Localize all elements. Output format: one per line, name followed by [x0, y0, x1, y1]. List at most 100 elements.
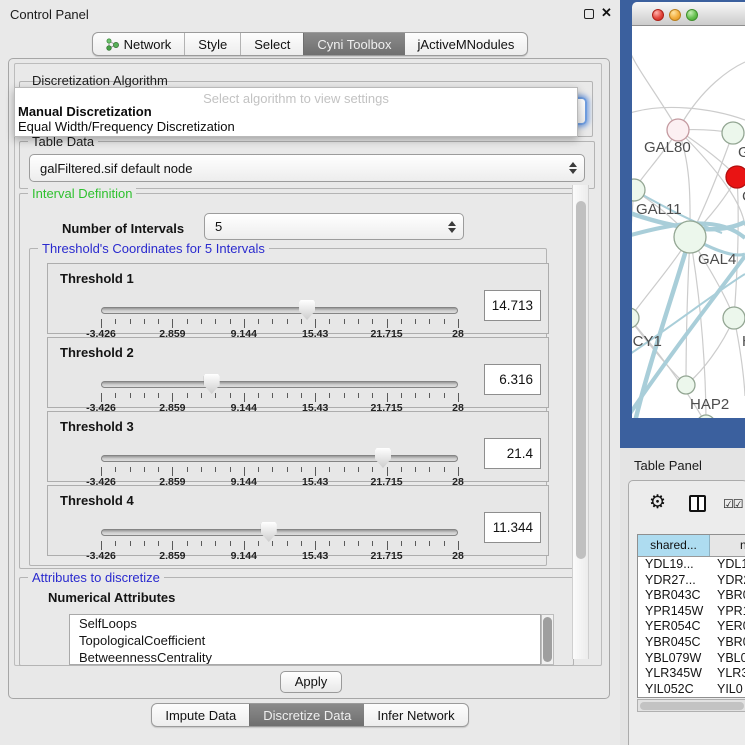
close-traffic-light-icon[interactable]	[652, 9, 664, 21]
tab-discretize-data[interactable]: Discretize Data	[249, 704, 364, 726]
slider-thumb[interactable]	[299, 300, 315, 320]
tab-jactivemnodules[interactable]: jActiveMNodules	[405, 33, 528, 55]
table-row[interactable]: YBR045CYBR0	[638, 635, 745, 651]
tab-impute-data[interactable]: Impute Data	[152, 704, 249, 726]
threshold-1-value-field[interactable]: 14.713	[484, 290, 541, 321]
tab-style[interactable]: Style	[184, 33, 240, 55]
dropdown-option-equal-width-frequency[interactable]: Equal Width/Frequency Discretization	[15, 119, 577, 134]
tick-mark	[115, 393, 116, 398]
apply-button[interactable]: Apply	[280, 671, 342, 693]
tab-network[interactable]: Network	[93, 33, 185, 55]
column-header-name[interactable]: n	[710, 535, 745, 556]
checkboxes-icon[interactable]: ☑☑	[723, 497, 743, 511]
columns-icon[interactable]	[689, 495, 706, 512]
network-node[interactable]	[667, 119, 689, 141]
slider-thumb[interactable]	[204, 374, 220, 394]
float-window-icon[interactable]	[584, 9, 594, 19]
slider-track[interactable]	[101, 455, 458, 462]
threshold-3-slider[interactable]: -3.4262.8599.14415.4321.71528	[48, 412, 548, 481]
network-window-titlebar[interactable]	[632, 2, 745, 26]
table-row[interactable]: YER054CYER0	[638, 619, 745, 635]
table-row[interactable]: YLR345WYLR3	[638, 666, 745, 682]
table-row[interactable]: YBR043CYBR0	[638, 588, 745, 604]
tick-mark	[429, 541, 430, 546]
column-header-shared[interactable]: shared...	[638, 535, 710, 556]
node-attribute-table[interactable]: shared... n YDL19...YDL1YDR27...YDR2YBR0…	[637, 534, 745, 698]
threshold-4-value-field[interactable]: 11.344	[484, 512, 541, 543]
cell-shared-name[interactable]: YPR145W	[638, 604, 710, 620]
numerical-attributes-list[interactable]: SelfLoopsTopologicalCoefficientBetweenne…	[69, 614, 541, 665]
attribute-list-item[interactable]: BetweennessCentrality	[70, 649, 540, 665]
cell-shared-name[interactable]: YBL079W	[638, 651, 710, 667]
network-node[interactable]	[677, 376, 695, 394]
zoom-traffic-light-icon[interactable]	[686, 9, 698, 21]
table-horizontal-scrollbar[interactable]	[637, 699, 745, 712]
table-row[interactable]: YDR27...YDR2	[638, 573, 745, 589]
threshold-1-slider[interactable]: -3.4262.8599.14415.4321.71528	[48, 264, 548, 333]
slider-track[interactable]	[101, 307, 458, 314]
slider-track[interactable]	[101, 381, 458, 388]
tick-mark	[287, 393, 288, 398]
table-row[interactable]: YPR145WYPR1	[638, 604, 745, 620]
tick-mark	[244, 319, 245, 328]
dropdown-option-manual-discretization[interactable]: Manual Discretization	[15, 104, 577, 119]
tick-mark	[301, 393, 302, 398]
threshold-2-value-field[interactable]: 6.316	[484, 364, 541, 395]
attribute-list-item[interactable]: SelfLoops	[70, 615, 540, 632]
panel-vertical-scrollbar[interactable]	[572, 185, 589, 659]
threshold-2-slider[interactable]: -3.4262.8599.14415.4321.71528	[48, 338, 548, 407]
network-canvas[interactable]: GAL80GACGAL11GAL4GCY1HHAP2	[632, 26, 745, 418]
threshold-4-slider[interactable]: -3.4262.8599.14415.4321.71528	[48, 486, 548, 555]
tick-mark	[201, 393, 202, 398]
cell-name[interactable]: YPR1	[710, 604, 745, 620]
slider-track[interactable]	[101, 529, 458, 536]
cell-shared-name[interactable]: YDR27...	[638, 573, 710, 589]
number-of-intervals-combobox[interactable]: 5	[204, 213, 464, 240]
tick-mark	[387, 319, 388, 328]
gear-icon[interactable]: ⚙	[649, 491, 666, 514]
cell-name[interactable]: YER0	[710, 619, 745, 635]
tick-mark	[258, 319, 259, 324]
slider-thumb[interactable]	[261, 522, 277, 542]
table-data-combobox[interactable]: galFiltered.sif default node	[29, 154, 585, 182]
number-of-intervals-value: 5	[215, 219, 222, 234]
cell-name[interactable]: YBL0	[710, 651, 745, 667]
cell-name[interactable]: YIL0	[710, 682, 745, 698]
cell-name[interactable]: YBR0	[710, 635, 745, 651]
cell-name[interactable]: YDR2	[710, 573, 745, 589]
close-icon[interactable]: ✕	[601, 5, 612, 21]
threshold-3-value-field[interactable]: 21.4	[484, 438, 541, 469]
network-node[interactable]	[632, 179, 645, 201]
tick-mark	[172, 319, 173, 328]
control-panel-titlebar: Control Panel ✕	[0, 0, 620, 28]
table-row[interactable]: YBL079WYBL0	[638, 651, 745, 667]
cell-shared-name[interactable]: YDL19...	[638, 557, 710, 573]
network-node[interactable]	[722, 122, 744, 144]
cell-shared-name[interactable]: YBR045C	[638, 635, 710, 651]
attribute-list-item[interactable]: TopologicalCoefficient	[70, 632, 540, 649]
minimize-traffic-light-icon[interactable]	[669, 9, 681, 21]
cell-name[interactable]: YLR3	[710, 666, 745, 682]
network-node[interactable]	[726, 166, 745, 188]
cell-shared-name[interactable]: YLR345W	[638, 666, 710, 682]
tab-infer-network[interactable]: Infer Network	[364, 704, 467, 726]
cell-shared-name[interactable]: YER054C	[638, 619, 710, 635]
cell-name[interactable]: YBR0	[710, 588, 745, 604]
attributes-list-scrollbar[interactable]	[541, 614, 554, 665]
tab-cyni-toolbox[interactable]: Cyni Toolbox	[303, 33, 404, 55]
network-node-label: GAL80	[644, 139, 691, 156]
table-row[interactable]: YDL19...YDL1	[638, 557, 745, 573]
cell-name[interactable]: YDL1	[710, 557, 745, 573]
network-node[interactable]	[723, 307, 745, 329]
tick-mark	[130, 467, 131, 472]
slider-thumb[interactable]	[375, 448, 391, 468]
cell-shared-name[interactable]: YIL052C	[638, 682, 710, 698]
network-node[interactable]	[697, 415, 715, 418]
tick-mark	[401, 319, 402, 324]
table-row[interactable]: YIL052CYIL0	[638, 682, 745, 698]
network-node[interactable]	[674, 221, 706, 253]
tab-select[interactable]: Select	[240, 33, 303, 55]
network-node[interactable]	[632, 308, 639, 328]
tick-mark	[258, 541, 259, 546]
cell-shared-name[interactable]: YBR043C	[638, 588, 710, 604]
